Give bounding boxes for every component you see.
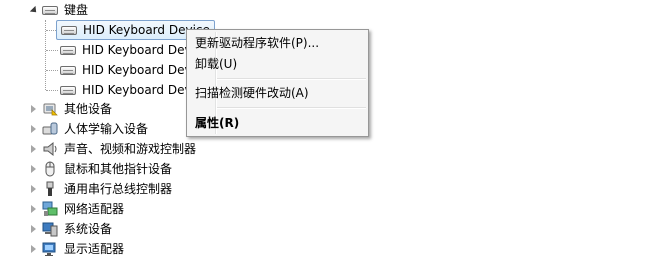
network-adapter-icon	[42, 201, 58, 217]
display-adapter-icon	[42, 241, 58, 257]
hid-icon	[42, 121, 58, 137]
keyboard-icon	[61, 22, 77, 38]
tree-item-label: 人体学输入设备	[64, 122, 149, 136]
tree-item-human-interface-devices[interactable]: 人体学输入设备	[28, 119, 148, 139]
other-devices-icon	[42, 101, 58, 117]
menu-separator	[217, 78, 366, 80]
system-devices-icon	[42, 221, 58, 237]
menu-item-uninstall[interactable]: 卸载(U)	[195, 54, 237, 74]
keyboard-icon	[60, 42, 76, 58]
expand-arrow-icon[interactable]	[28, 244, 38, 254]
expand-arrow-icon[interactable]	[28, 104, 38, 114]
expand-arrow-icon[interactable]	[28, 204, 38, 214]
tree-connector	[46, 90, 58, 91]
menu-item-properties[interactable]: 属性(R)	[195, 113, 239, 133]
keyboard-icon	[60, 82, 76, 98]
tree-connector	[46, 70, 58, 71]
tree-item-other-devices[interactable]: 其他设备	[28, 99, 112, 119]
tree-item-label: 鼠标和其他指针设备	[64, 162, 173, 176]
tree-item-label: 声音、视频和游戏控制器	[64, 142, 197, 156]
tree-item-label: 通用串行总线控制器	[64, 182, 173, 196]
menu-separator	[217, 107, 366, 109]
tree-item-usb-controllers[interactable]: 通用串行总线控制器	[28, 179, 172, 199]
tree-item-label: 其他设备	[64, 102, 113, 116]
menu-item-scan-hardware[interactable]: 扫描检测硬件改动(A)	[195, 83, 309, 103]
collapse-arrow-icon[interactable]	[28, 5, 40, 15]
tree-item-label: 键盘	[64, 3, 89, 17]
tree-item-display-adapters[interactable]: 显示适配器	[28, 239, 124, 259]
tree-item-sound-video-game[interactable]: 声音、视频和游戏控制器	[28, 139, 196, 159]
tree-item-mice[interactable]: 鼠标和其他指针设备	[28, 159, 172, 179]
tree-connector	[46, 50, 58, 51]
expand-arrow-icon[interactable]	[28, 224, 38, 234]
expand-arrow-icon[interactable]	[28, 124, 38, 134]
tree-item-label: 系统设备	[64, 222, 113, 236]
expand-arrow-icon[interactable]	[28, 164, 38, 174]
keyboard-icon	[60, 62, 76, 78]
tree-item-label: 网络适配器	[64, 202, 125, 216]
speaker-icon	[42, 141, 58, 157]
context-menu: 更新驱动程序软件(P)... 卸载(U) 扫描检测硬件改动(A) 属性(R)	[186, 29, 369, 137]
tree-item-label: 显示适配器	[64, 242, 125, 256]
usb-icon	[42, 181, 58, 197]
expand-arrow-icon[interactable]	[28, 184, 38, 194]
menu-item-update-driver[interactable]: 更新驱动程序软件(P)...	[195, 33, 319, 53]
expand-arrow-icon[interactable]	[28, 144, 38, 154]
tree-item-network-adapters[interactable]: 网络适配器	[28, 199, 124, 219]
tree-item-keyboards[interactable]: 键盘	[28, 0, 88, 20]
keyboard-icon	[42, 2, 58, 18]
mouse-icon	[42, 161, 58, 177]
tree-item-system-devices[interactable]: 系统设备	[28, 219, 112, 239]
